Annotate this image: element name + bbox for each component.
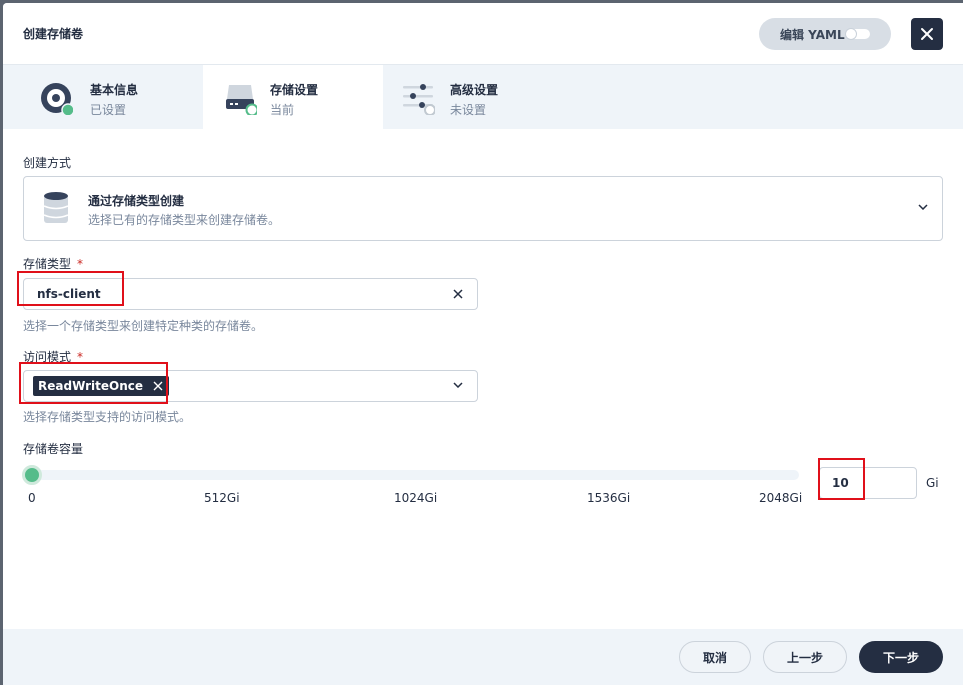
dialog-title: 创建存储卷 <box>23 27 84 41</box>
cancel-button[interactable]: 取消 <box>679 641 751 673</box>
create-method-select[interactable]: 通过存储类型创建 选择已有的存储类型来创建存储卷。 <box>23 176 943 241</box>
method-description: 选择已有的存储类型来创建存储卷。 <box>88 213 281 227</box>
required-mark: * <box>77 350 84 364</box>
step-basic-info[interactable]: 基本信息 已设置 <box>3 65 203 129</box>
access-mode-label-text: 访问模式 <box>23 350 72 364</box>
yaml-switch-knob <box>845 28 857 40</box>
chevron-down-icon <box>453 382 463 388</box>
database-icon <box>43 192 69 223</box>
step-advanced-settings[interactable]: 高级设置 未设置 <box>383 65 583 129</box>
capacity-label: 存储卷容量 <box>23 442 84 456</box>
slider-tick: 512Gi <box>204 491 240 505</box>
sliders-icon <box>403 84 435 115</box>
step-status: 已设置 <box>90 103 127 117</box>
create-volume-dialog: 创建存储卷 编辑 YAML 基本信息 已设置 存储设置 当前 高级设置 未设置 … <box>3 3 963 685</box>
clear-icon[interactable] <box>453 289 463 299</box>
edit-yaml-label: 编辑 YAML <box>780 27 845 42</box>
method-title: 通过存储类型创建 <box>88 194 185 208</box>
dialog-footer: 取消 上一步 下一步 <box>3 629 963 685</box>
capacity-slider-handle[interactable] <box>22 465 42 485</box>
chevron-down-icon <box>918 204 928 210</box>
step-name: 存储设置 <box>270 83 319 97</box>
slider-tick: 2048Gi <box>759 491 803 505</box>
required-mark: * <box>77 257 84 271</box>
edit-yaml-toggle-button[interactable]: 编辑 YAML <box>759 18 891 50</box>
next-step-button[interactable]: 下一步 <box>859 641 943 673</box>
step-tabs: 基本信息 已设置 存储设置 当前 高级设置 未设置 <box>3 65 963 129</box>
storage-class-label-text: 存储类型 <box>23 257 72 271</box>
close-button[interactable] <box>911 18 943 50</box>
remove-tag-icon[interactable] <box>153 381 163 391</box>
step-name: 高级设置 <box>450 83 499 97</box>
access-mode-tag-label: ReadWriteOnce <box>38 379 143 393</box>
step-status: 未设置 <box>450 103 487 117</box>
step-status: 当前 <box>270 103 295 117</box>
yaml-switch[interactable] <box>845 28 870 40</box>
close-icon <box>921 28 933 40</box>
slider-tick: 1024Gi <box>394 491 438 505</box>
slider-tick: 1536Gi <box>587 491 631 505</box>
capacity-value: 10 <box>832 476 849 490</box>
storage-class-value: nfs-client <box>37 287 101 301</box>
slider-tick: 0 <box>28 491 36 505</box>
dialog-header: 创建存储卷 编辑 YAML <box>3 3 963 65</box>
access-mode-select[interactable]: ReadWriteOnce <box>23 370 478 402</box>
access-mode-hint: 选择存储类型支持的访问模式。 <box>23 410 192 424</box>
step-name: 基本信息 <box>90 83 139 97</box>
form-body: 创建方式 通过存储类型创建 选择已有的存储类型来创建存储卷。 存储类型 * nfs… <box>3 129 963 629</box>
capacity-input[interactable]: 10 <box>819 467 917 499</box>
capacity-unit: Gi <box>926 476 939 490</box>
hard-drive-icon <box>226 85 257 115</box>
access-mode-label: 访问模式 * <box>23 348 83 365</box>
disc-check-icon <box>41 83 73 115</box>
storage-class-hint: 选择一个存储类型来创建特定种类的存储卷。 <box>23 319 264 333</box>
previous-step-button[interactable]: 上一步 <box>763 641 847 673</box>
capacity-slider-track[interactable] <box>23 470 799 480</box>
access-mode-tag: ReadWriteOnce <box>33 376 169 396</box>
step-storage-settings[interactable]: 存储设置 当前 <box>203 65 383 129</box>
storage-class-select[interactable]: nfs-client <box>23 278 478 310</box>
method-label: 创建方式 <box>23 156 72 170</box>
storage-class-label: 存储类型 * <box>23 255 83 272</box>
